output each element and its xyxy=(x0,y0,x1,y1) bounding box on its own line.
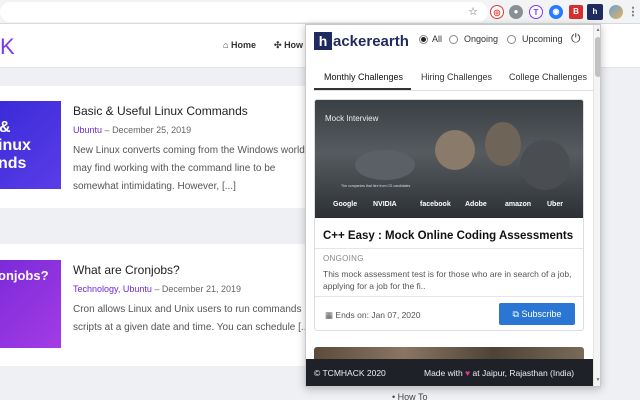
location-text: at Jaipur, Rajasthan (India) xyxy=(472,368,575,378)
post-date: December 21, 2019 xyxy=(161,284,241,294)
sidebar-link-how-to[interactable]: • How To xyxy=(392,392,428,400)
hackerearth-extension-icon[interactable]: h xyxy=(587,4,603,20)
users-icon: ✣ xyxy=(274,40,282,50)
post-title[interactable]: What are Cronjobs? xyxy=(73,263,180,277)
tab-hiring-challenges[interactable]: Hiring Challenges xyxy=(421,72,492,82)
nav-how[interactable]: ✣ How xyxy=(274,40,303,51)
filter-upcoming-label[interactable]: Upcoming xyxy=(522,34,563,44)
site-logo[interactable]: K xyxy=(0,34,15,60)
red-b-extension-icon[interactable]: B xyxy=(569,5,583,19)
challenge-card[interactable]: Mock Interview The companies that hire f… xyxy=(314,99,584,331)
nav-home[interactable]: ⌂ Home xyxy=(223,40,256,50)
post-excerpt: Cron allows Linux and Unix users to run … xyxy=(73,301,313,337)
logo-text: ackerearth xyxy=(333,32,409,50)
subscribe-label: Subscribe xyxy=(521,309,562,319)
thumb-text: onjobs? xyxy=(0,268,49,283)
thumb-text: inux xyxy=(0,137,31,154)
challenge-status: ONGOING xyxy=(323,254,364,263)
popup-footer: © TCMHACK 2020 Made with ♥ at Jaipur, Ra… xyxy=(306,359,600,386)
end-date-text: Ends on: Jan 07, 2020 xyxy=(335,310,421,320)
post-card-1: & inux nds Basic & Useful Linux Commands… xyxy=(0,86,320,208)
post-category[interactable]: Technology, Ubuntu xyxy=(73,284,152,294)
image-label: Mock Interview xyxy=(325,114,379,123)
challenge-end-date: ▦ Ends on: Jan 07, 2020 xyxy=(325,310,420,321)
filter-ongoing-radio[interactable] xyxy=(449,35,458,44)
home-icon: ⌂ xyxy=(223,40,229,50)
divider xyxy=(315,248,583,249)
challenge-image: Mock Interview The companies that hire f… xyxy=(315,100,583,218)
post-title[interactable]: Basic & Useful Linux Commands xyxy=(73,104,248,118)
thumb-text: nds xyxy=(0,155,27,172)
tabs-divider xyxy=(314,90,594,91)
tab-monthly-challenges[interactable]: Monthly Challenges xyxy=(324,72,403,82)
purple-extension-icon[interactable]: T xyxy=(529,5,543,19)
nav-how-label: How xyxy=(284,40,304,50)
post-thumbnail-2[interactable]: onjobs? xyxy=(0,260,61,348)
post-excerpt: New Linux converts coming from the Windo… xyxy=(73,142,313,196)
excerpt-line: may find working with the command line t… xyxy=(73,163,276,174)
extension-popup: h ackerearth All Ongoing Upcoming ⏻ Month… xyxy=(305,24,601,387)
address-bar[interactable] xyxy=(0,2,488,22)
footer-credit: Made with ♥ at Jaipur, Rajasthan (India) xyxy=(424,368,574,378)
logo-mark: h xyxy=(314,32,332,50)
copyright-text: TCMHACK 2020 xyxy=(322,368,386,378)
made-with-text: Made with xyxy=(424,368,463,378)
brand-logo: facebook xyxy=(420,201,451,208)
menu-icon[interactable]: ⋮ xyxy=(626,5,640,19)
meta-separator: – xyxy=(104,125,113,135)
post-date: December 25, 2019 xyxy=(112,125,192,135)
filter-all-radio[interactable] xyxy=(419,35,428,44)
avatar-icon[interactable] xyxy=(609,5,623,19)
post-card-2: onjobs? What are Cronjobs? Technology, U… xyxy=(0,244,320,366)
heart-icon: ♥ xyxy=(465,368,473,378)
excerpt-line: somewhat intimidating. However, [...] xyxy=(73,181,236,192)
brand-logo: NVIDIA xyxy=(373,201,397,208)
divider xyxy=(315,296,583,297)
calendar-icon: ▦ xyxy=(325,310,336,320)
hackerearth-logo: h ackerearth xyxy=(314,32,409,52)
post-meta: Technology, Ubuntu – December 21, 2019 xyxy=(73,284,241,294)
excerpt-line: Cron allows Linux and Unix users to run … xyxy=(73,304,302,315)
scroll-up-icon[interactable]: ▲ xyxy=(594,27,600,33)
image-caption: The companies that hire from CS candidat… xyxy=(341,184,411,188)
post-meta: Ubuntu – December 25, 2019 xyxy=(73,125,191,135)
nav-home-label: Home xyxy=(230,40,256,50)
subscribe-button[interactable]: ⧉ Subscribe xyxy=(499,303,575,325)
scroll-thumb[interactable] xyxy=(595,37,600,77)
brand-logo: amazon xyxy=(505,201,532,208)
browser-toolbar: ☆ ◎ ● T ◉ B ✦ h ⋮ xyxy=(0,0,640,24)
meta-separator: – xyxy=(154,284,162,294)
footer-copyright: © TCMHACK 2020 xyxy=(314,368,386,378)
gray-extension-icon[interactable]: ● xyxy=(509,5,523,19)
excerpt-line: New Linux converts coming from the Windo… xyxy=(73,145,305,156)
blue-extension-icon[interactable]: ◉ xyxy=(549,5,563,19)
excerpt-line: scripts at a given date and time. You ca… xyxy=(73,322,313,333)
post-category[interactable]: Ubuntu xyxy=(73,125,102,135)
challenge-description: This mock assessment test is for those w… xyxy=(323,269,572,291)
tab-college-challenges[interactable]: College Challenges xyxy=(509,72,587,82)
power-icon[interactable]: ⏻ xyxy=(571,31,581,46)
brand-logo: Google xyxy=(333,201,358,208)
red-extension-icon[interactable]: ◎ xyxy=(490,5,504,19)
post-thumbnail-1[interactable]: & inux nds xyxy=(0,101,61,189)
challenge-card-next[interactable] xyxy=(314,347,584,359)
popup-scrollbar[interactable]: ▲ ▼ xyxy=(593,25,600,386)
filter-upcoming-radio[interactable] xyxy=(507,35,516,44)
star-icon[interactable]: ☆ xyxy=(466,5,480,19)
challenge-title[interactable]: C++ Easy : Mock Online Coding Assessment… xyxy=(323,230,573,242)
thumb-text: & xyxy=(0,119,11,136)
scroll-down-icon[interactable]: ▼ xyxy=(594,377,600,383)
brand-logo: Adobe xyxy=(465,201,487,208)
sidebar-link-label: How To xyxy=(397,392,428,400)
brand-logo: Uber xyxy=(547,201,563,208)
filter-all-label[interactable]: All xyxy=(432,34,442,44)
filter-ongoing-label[interactable]: Ongoing xyxy=(464,34,498,44)
